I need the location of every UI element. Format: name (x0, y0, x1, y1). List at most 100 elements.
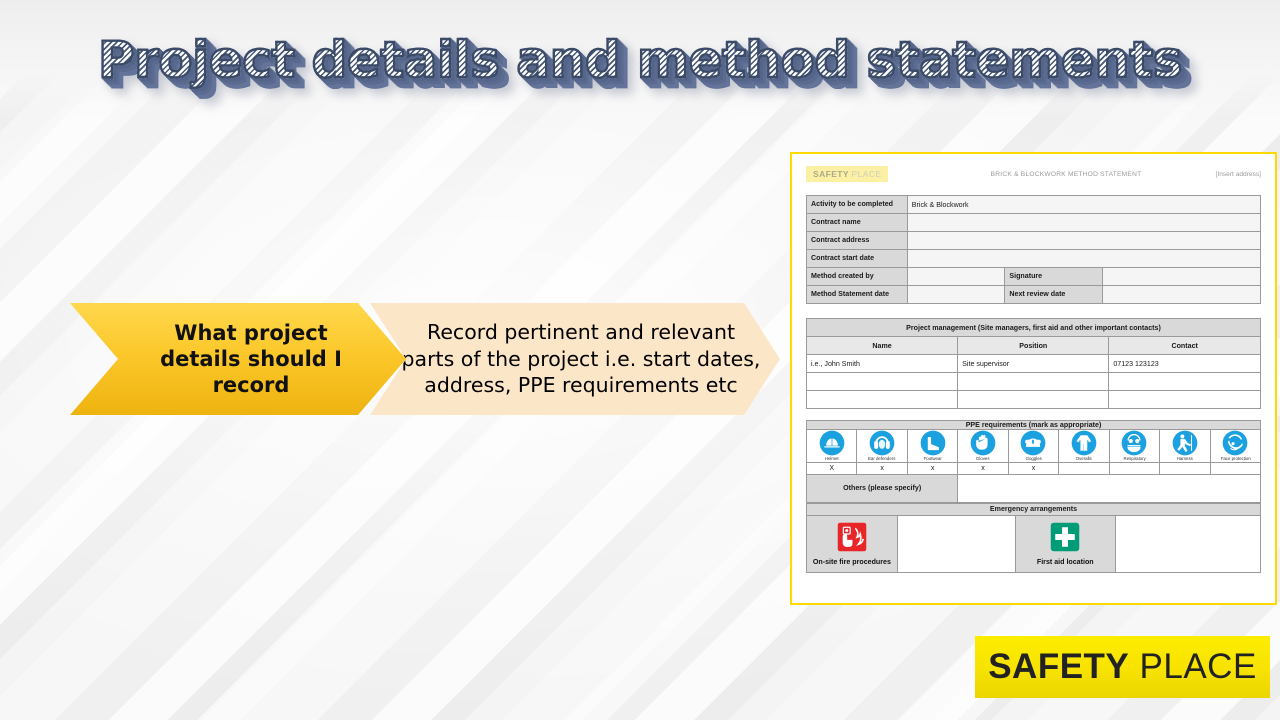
table-row (805, 390, 1261, 409)
ppe-cell-respiratory[interactable]: Respiratory (1108, 429, 1161, 463)
row-value-activity[interactable]: Brick & Blockwork (906, 195, 1262, 214)
row-value-method-created-by[interactable] (906, 267, 1006, 286)
fire-procedures-label: On-site fire procedures (812, 557, 891, 566)
ppe-label: Ear defenders (868, 456, 896, 461)
table-row: Others (please specify) (805, 473, 1261, 503)
fire-alarm-icon (837, 522, 867, 551)
gloves-icon (970, 430, 996, 456)
emergency-heading: Emergency arrangements (806, 502, 1261, 516)
ppe-cell-gloves[interactable]: Gloves (957, 429, 1009, 463)
fire-procedures-value[interactable] (896, 514, 1016, 573)
first-aid-value[interactable] (1114, 514, 1262, 573)
ppe-mark-harness[interactable] (1159, 461, 1211, 475)
table-row: Name Position Contact (805, 336, 1261, 355)
table-row: Emergency arrangements (806, 502, 1261, 516)
contact-name-empty[interactable] (805, 372, 959, 391)
ear-defenders-icon (869, 430, 895, 456)
ppe-cell-footwear[interactable]: Footwear (906, 429, 959, 463)
ppe-label: Gloves (976, 456, 990, 461)
project-management-heading: Project management (Site managers, first… (806, 318, 1261, 337)
others-label: Others (please specify) (805, 473, 959, 503)
row-value-method-statement-date[interactable] (906, 285, 1006, 304)
table-row: PPE requirements (mark as appropriate) (806, 420, 1261, 430)
ppe-cell-goggles[interactable]: Goggles (1007, 429, 1060, 463)
page-title: Project details and method statements (97, 31, 1184, 89)
contract-details-table: Activity to be completed Brick & Blockwo… (806, 195, 1262, 304)
ppe-mark-goggles[interactable]: x (1007, 461, 1060, 475)
ppe-heading: PPE requirements (mark as appropriate) (806, 420, 1261, 430)
footwear-icon (920, 430, 945, 456)
ppe-cell-ear-defenders[interactable]: Ear defenders (856, 429, 908, 463)
table-row: Project management (Site managers, first… (806, 318, 1261, 337)
contact-contact-empty[interactable] (1108, 390, 1261, 409)
row-value-contract-address[interactable] (906, 231, 1262, 250)
ppe-mark-overalls[interactable] (1058, 461, 1110, 475)
row-value-next-review-date[interactable] (1102, 285, 1261, 304)
ppe-mark-face-protection[interactable] (1209, 461, 1261, 475)
ppe-mark-row: X x x x x (805, 461, 1261, 475)
overalls-icon (1071, 430, 1097, 456)
contact-name-placeholder[interactable]: i.e., John Smith (805, 354, 959, 373)
brand-light: PLACE (1139, 647, 1257, 686)
contact-position-empty[interactable] (957, 372, 1110, 391)
table-row: Contract address (806, 231, 1262, 250)
table-row: Contract name (806, 213, 1262, 232)
helmet-icon (819, 430, 845, 456)
brand-logo: SAFETY PLACE (975, 636, 1270, 698)
table-row: Activity to be completed Brick & Blockwo… (806, 195, 1262, 214)
contact-contact-placeholder[interactable]: 07123 123123 (1108, 354, 1261, 373)
callout-head-text: What project details should I record (160, 320, 342, 398)
first-aid-label: First aid location (1036, 557, 1094, 566)
first-aid-icon (1051, 522, 1080, 551)
callout-body-chevron: Record pertinent and relevant parts of t… (370, 303, 780, 415)
document-title: BRICK & BLOCKWORK METHOD STATEMENT (990, 170, 1142, 178)
ppe-mark-respiratory[interactable] (1108, 461, 1161, 475)
ppe-mark-footwear[interactable]: x (906, 461, 959, 475)
column-header-position: Position (957, 336, 1110, 355)
ppe-label: Footwear (923, 456, 942, 461)
ppe-mark-ear-defenders[interactable]: x (856, 461, 908, 475)
contact-position-placeholder[interactable]: Site supervisor (957, 354, 1110, 373)
column-header-contact: Contact (1108, 336, 1261, 355)
face-protection-icon (1222, 430, 1248, 456)
ppe-cell-helmet[interactable]: Helmet (805, 429, 858, 463)
row-label-next-review-date: Next review date (1004, 285, 1103, 304)
ppe-label: Overalls (1075, 456, 1092, 461)
row-label-method-created-by: Method created by (806, 267, 908, 286)
table-row: Method Statement date Next review date (806, 285, 1261, 304)
row-label-contract-start-date: Contract start date (806, 249, 908, 268)
ppe-cell-overalls[interactable]: Overalls (1058, 429, 1110, 463)
contact-contact-empty[interactable] (1108, 372, 1261, 391)
ppe-label: Face protection (1220, 456, 1251, 461)
ppe-cell-face-protection[interactable]: Face protection (1209, 429, 1261, 463)
row-label-activity: Activity to be completed (806, 195, 908, 214)
others-value[interactable] (957, 473, 1261, 503)
row-value-signature[interactable] (1102, 267, 1261, 286)
column-header-name: Name (805, 336, 959, 355)
first-aid-cell[interactable]: First aid location (1014, 514, 1116, 573)
table-row (805, 372, 1261, 391)
document-logo-bold: SAFETY (813, 169, 849, 179)
document-logo-light: PLACE (851, 169, 882, 179)
ppe-cell-harness[interactable]: Harness (1159, 429, 1211, 463)
row-label-signature: Signature (1004, 267, 1103, 286)
slide-title-container: Project details and method statements (0, 31, 1280, 89)
document-header: SAFETY PLACE BRICK & BLOCKWORK METHOD ST… (806, 166, 1261, 182)
ppe-mark-gloves[interactable]: x (957, 461, 1009, 475)
fire-procedures-cell[interactable]: On-site fire procedures (806, 514, 898, 573)
callout-banner: Record pertinent and relevant parts of t… (70, 303, 780, 415)
document-logo: SAFETY PLACE (806, 166, 889, 182)
ppe-mark-helmet[interactable]: X (805, 461, 858, 475)
table-row: Contract start date (806, 249, 1262, 268)
contact-name-empty[interactable] (805, 390, 959, 409)
row-value-contract-start-date[interactable] (906, 249, 1262, 268)
table-row: i.e., John Smith Site supervisor 07123 1… (805, 354, 1261, 373)
row-value-contract-name[interactable] (906, 213, 1262, 232)
contact-position-empty[interactable] (957, 390, 1110, 409)
brand-bold: SAFETY (988, 647, 1130, 686)
method-statement-document[interactable]: SAFETY PLACE BRICK & BLOCKWORK METHOD ST… (790, 152, 1277, 605)
ppe-icon-row: Helmet Ear defenders Footwear Gloves Gog… (805, 429, 1261, 463)
table-row: Method created by Signature (806, 267, 1261, 286)
